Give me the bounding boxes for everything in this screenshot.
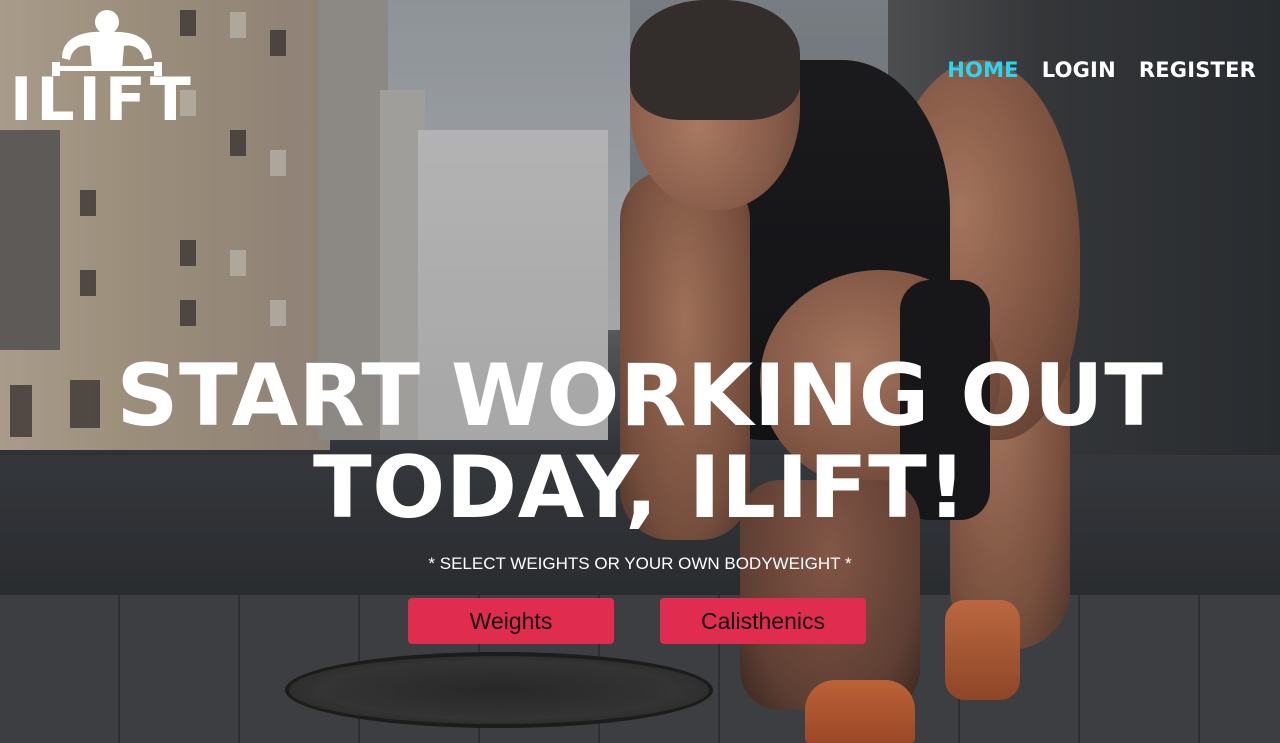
site-logo[interactable]: ILIFT (10, 8, 205, 133)
main-nav: HOME LOGIN REGISTER (947, 56, 1256, 84)
weights-button[interactable]: Weights (408, 598, 614, 644)
nav-login-link[interactable]: LOGIN (1042, 56, 1116, 84)
calisthenics-button[interactable]: Calisthenics (660, 598, 866, 644)
hero-subline: * SELECT WEIGHTS OR YOUR OWN BODYWEIGHT … (428, 554, 852, 573)
hero-headline-line2: TODAY, ILIFT! (312, 438, 968, 538)
hero-headline-line1: START WORKING OUT (116, 346, 1164, 446)
hero-button-group: Weights Calisthenics (408, 598, 866, 644)
nav-home-link[interactable]: HOME (947, 56, 1018, 84)
logo-text: ILIFT (10, 65, 195, 135)
nav-register-link[interactable]: REGISTER (1139, 56, 1256, 84)
hero-headline: START WORKING OUT TODAY, ILIFT! (0, 350, 1280, 534)
hero-section: ILIFT HOME LOGIN REGISTER START WORKING … (0, 0, 1280, 743)
